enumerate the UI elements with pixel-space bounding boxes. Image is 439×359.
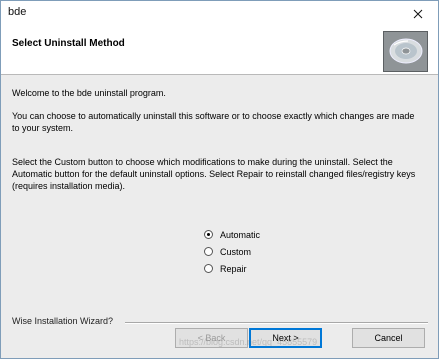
radio-repair[interactable]: Repair (204, 260, 260, 277)
uninstall-method-options: Automatic Custom Repair (204, 226, 260, 277)
close-button[interactable] (398, 1, 438, 27)
radio-custom-label: Custom (220, 246, 252, 257)
uninstall-dialog: bde Select Uninstall Method Welcome to t… (0, 0, 439, 359)
radio-automatic[interactable]: Automatic (204, 226, 260, 243)
header-panel: Select Uninstall Method (1, 27, 438, 75)
radio-custom-indicator[interactable] (204, 247, 213, 256)
radio-automatic-label: Automatic (220, 229, 261, 240)
instructions-text: Select the Custom button to choose which… (12, 157, 416, 191)
cancel-button[interactable]: Cancel (352, 328, 425, 348)
welcome-text: Welcome to the bde uninstall program. (12, 88, 166, 98)
radio-repair-label: Repair (220, 263, 247, 274)
radio-custom[interactable]: Custom (204, 243, 260, 260)
radio-repair-indicator[interactable] (204, 264, 213, 273)
wizard-label: Wise Installation Wizard? (12, 316, 114, 326)
radio-automatic-indicator[interactable] (204, 230, 213, 239)
cd-disc-icon (383, 31, 428, 72)
window-title: bde (8, 6, 27, 18)
footer-divider (125, 322, 428, 324)
page-title: Select Uninstall Method (12, 38, 125, 49)
close-icon (413, 9, 423, 19)
title-bar: bde (1, 1, 438, 27)
watermark: https://blog.csdn.net/qq_45855579 (179, 337, 318, 347)
choice-text: You can choose to automatically uninstal… (12, 111, 415, 133)
